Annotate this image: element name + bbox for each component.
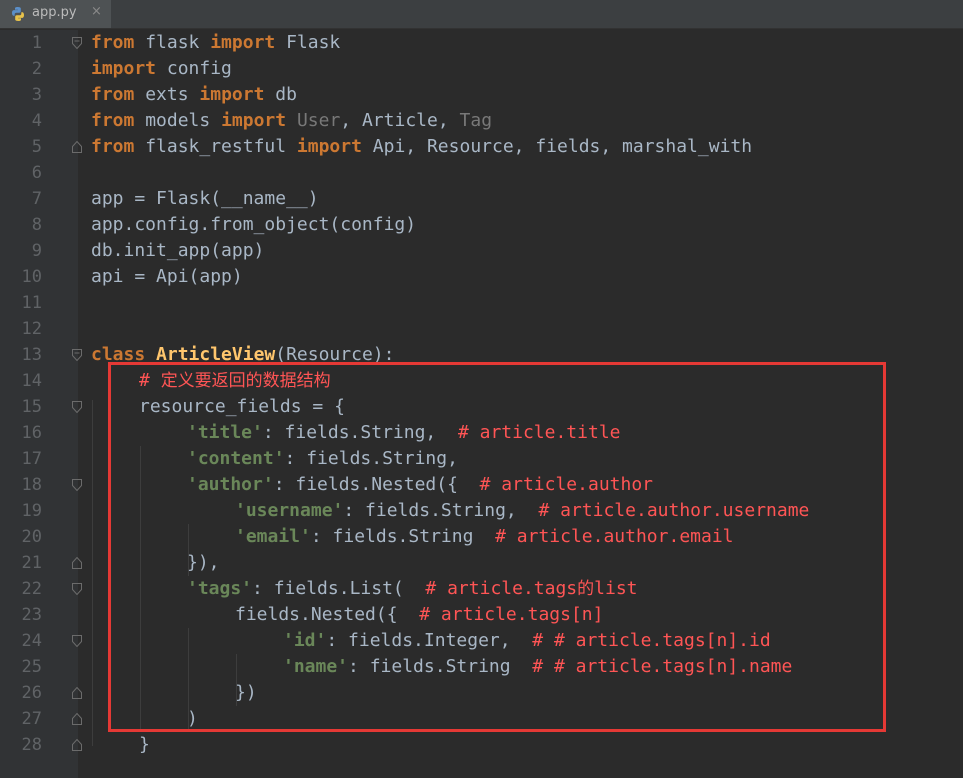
line-number: 26 [21, 683, 42, 703]
code-line: from flask import Flask [91, 32, 341, 53]
line-number: 4 [31, 111, 42, 131]
fold-close-icon[interactable] [72, 141, 82, 153]
line-number: 5 [31, 137, 42, 157]
line-number: 12 [21, 319, 42, 339]
code-line: import config [91, 58, 232, 79]
line-number: 3 [31, 85, 42, 105]
fold-open-icon[interactable] [72, 479, 82, 491]
line-number: 18 [21, 475, 42, 495]
line-number: 24 [21, 631, 42, 651]
close-icon[interactable]: × [91, 4, 102, 19]
code-line: db.init_app(app) [91, 240, 265, 261]
fold-close-icon[interactable] [72, 739, 82, 751]
fold-open-icon[interactable] [72, 401, 82, 413]
line-number: 13 [21, 345, 42, 365]
code-line: api = Api(app) [91, 266, 243, 287]
code-line: from models import User, Article, Tag [91, 110, 493, 131]
line-number: 14 [21, 371, 42, 391]
line-number: 6 [31, 163, 42, 183]
line-number-gutter: 1 2 3 4 5 6 7 8 9 10 11 12 13 14 15 16 1… [0, 30, 82, 778]
line-number: 10 [21, 267, 42, 287]
python-file-icon [12, 7, 24, 21]
line-number: 9 [31, 241, 42, 261]
line-number: 28 [21, 735, 42, 755]
fold-open-icon[interactable] [72, 583, 82, 595]
line-number: 11 [21, 293, 42, 313]
code-line: from exts import db [91, 84, 297, 105]
line-number: 27 [21, 709, 42, 729]
line-number: 25 [21, 657, 42, 677]
fold-open-icon[interactable] [72, 635, 82, 647]
line-number: 15 [21, 397, 42, 417]
line-number: 22 [21, 579, 42, 599]
code-line: from flask_restful import Api, Resource,… [91, 136, 753, 157]
line-number: 7 [31, 189, 42, 209]
code-line: app = Flask(__name__) [91, 188, 319, 209]
fold-open-icon[interactable] [72, 349, 82, 361]
line-number: 8 [31, 215, 42, 235]
line-number: 19 [21, 501, 42, 521]
line-number: 17 [21, 449, 42, 469]
line-number: 23 [21, 605, 42, 625]
red-highlight-box [108, 362, 886, 732]
code-line: } [139, 734, 150, 755]
line-number: 2 [31, 59, 42, 79]
line-number: 21 [21, 553, 42, 573]
indent-guide [92, 400, 93, 746]
editor-tab-bar: app.py × [0, 0, 963, 29]
fold-close-icon[interactable] [72, 687, 82, 699]
fold-close-icon[interactable] [72, 713, 82, 725]
tab-label: app.py [32, 5, 77, 20]
line-number: 1 [31, 33, 42, 53]
tab-app-py[interactable]: app.py × [0, 0, 111, 28]
line-number: 20 [21, 527, 42, 547]
fold-open-icon[interactable] [72, 37, 82, 49]
code-line: app.config.from_object(config) [91, 214, 417, 235]
fold-close-icon[interactable] [72, 557, 82, 569]
line-number: 16 [21, 423, 42, 443]
